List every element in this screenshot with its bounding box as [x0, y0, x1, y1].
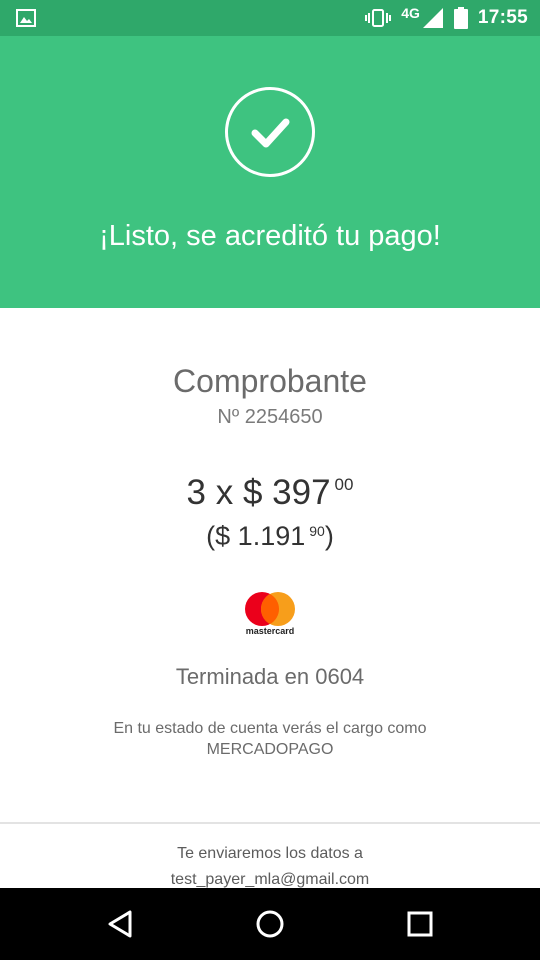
- success-header: ¡Listo, se acreditó tu pago!: [0, 36, 540, 308]
- battery-icon: [453, 7, 468, 29]
- total-close: ): [324, 521, 334, 551]
- mastercard-icon: [245, 592, 295, 626]
- image-icon: [16, 9, 36, 27]
- recents-button[interactable]: [400, 904, 440, 944]
- mastercard-logo: mastercard: [240, 591, 300, 641]
- check-icon: [251, 118, 290, 148]
- divider: [0, 822, 540, 824]
- network-type: 4G: [401, 5, 420, 21]
- vibrate-icon: [365, 9, 392, 27]
- recents-icon: [407, 911, 433, 937]
- total-amount: ($ 1.191 90): [0, 521, 540, 552]
- status-bar: 4G 17:55: [0, 0, 540, 36]
- back-icon: [108, 910, 132, 938]
- success-badge: [225, 87, 315, 177]
- clock: 17:55: [477, 7, 528, 28]
- home-icon: [256, 910, 284, 938]
- navigation-bar: [0, 888, 540, 960]
- success-title: ¡Listo, se acreditó tu pago!: [99, 220, 441, 252]
- card-last-digits: Terminada en 0604: [175, 664, 365, 689]
- receipt-title: Comprobante: [173, 363, 367, 399]
- installments-cents: 00: [334, 475, 354, 494]
- home-button[interactable]: [250, 904, 290, 944]
- back-button[interactable]: [100, 904, 140, 944]
- installments-value: 3 x $ 397: [186, 473, 331, 512]
- card-brand-label: mastercard: [245, 626, 295, 636]
- total-cents: 90: [309, 523, 325, 539]
- installments-amount: 3 x $ 397 00: [0, 473, 540, 513]
- email-note-text: Te enviaremos los datos a: [177, 845, 363, 862]
- signal-icon: [422, 8, 443, 28]
- email-note: Te enviaremos los datos a test_payer_mla…: [60, 841, 480, 893]
- receipt-card: Comprobante Nº 2254650 3 x $ 397 00 ($ 1.…: [0, 308, 540, 822]
- total-value: ($ 1.191: [206, 521, 306, 551]
- receipt-number: Nº 2254650: [217, 406, 323, 428]
- statement-note: En tu estado de cuenta verás el cargo co…: [113, 720, 427, 758]
